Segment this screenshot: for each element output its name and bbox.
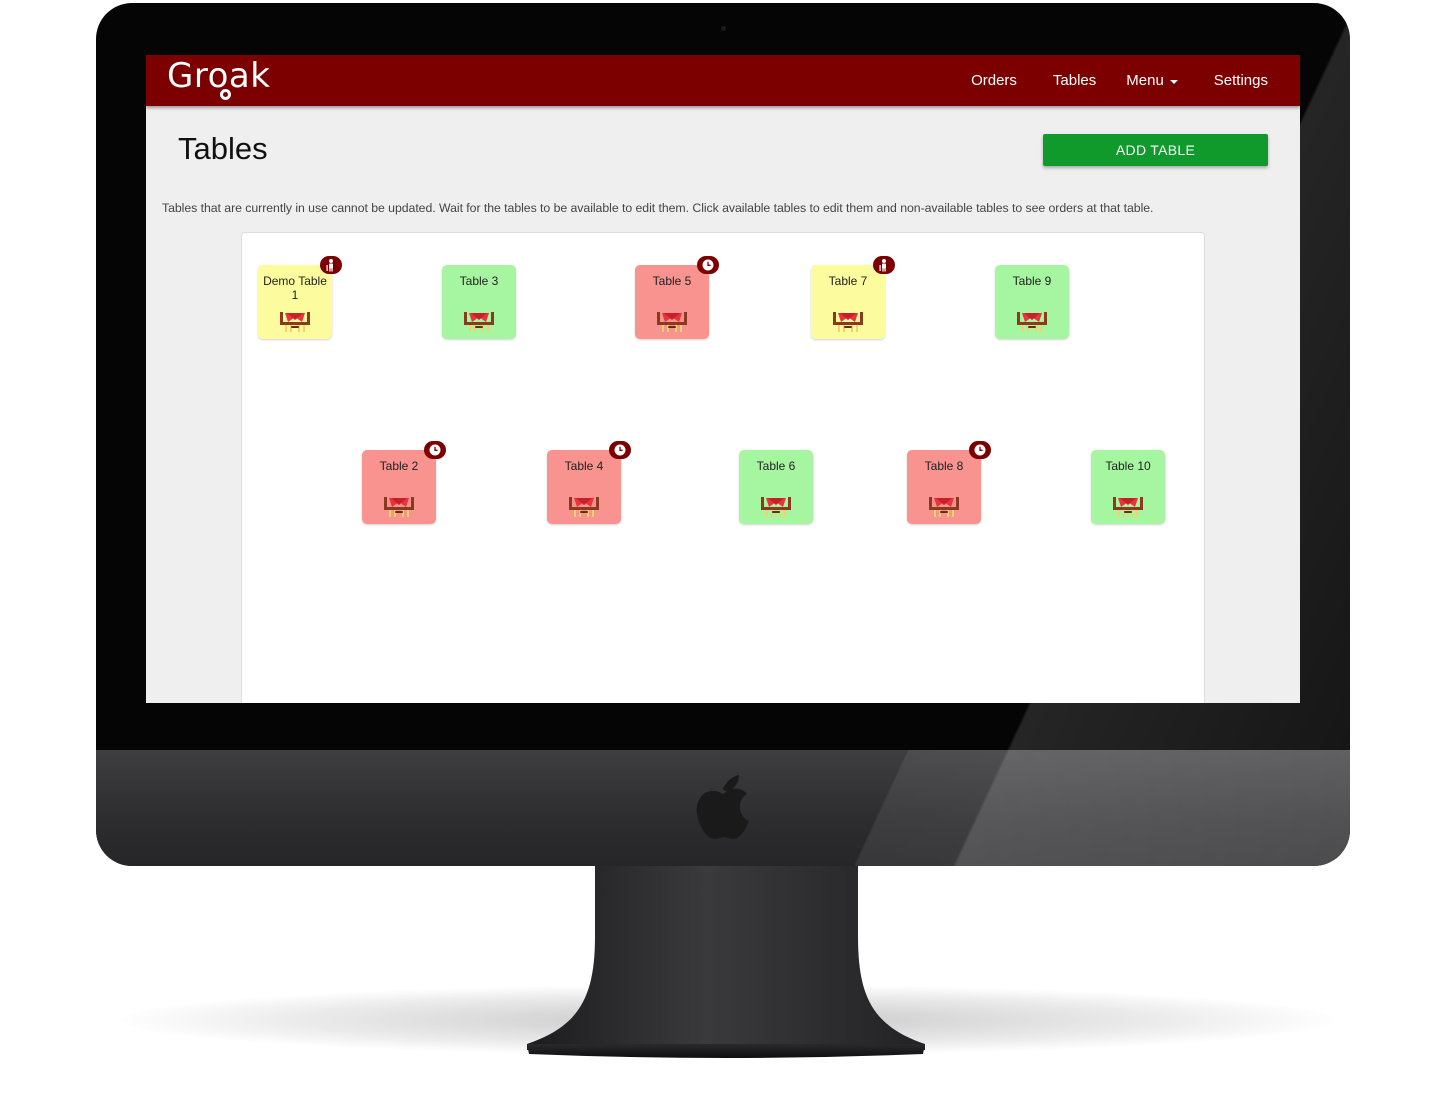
table-tile[interactable]: Demo Table 1 [258, 256, 342, 339]
table-tile[interactable]: Table 6 [739, 450, 813, 524]
brand-heart-icon [220, 89, 231, 100]
nav-orders[interactable]: Orders [971, 72, 1017, 89]
table-label: Demo Table 1 [263, 274, 327, 302]
brand-logo[interactable]: Groak [167, 56, 270, 96]
dining-table-icon [1014, 309, 1050, 333]
table-label: Table 9 [1012, 274, 1052, 288]
table-label: Table 3 [459, 274, 499, 288]
info-text: Tables that are currently in use cannot … [162, 201, 1154, 215]
dining-table-icon [566, 494, 602, 518]
table-tile[interactable]: Table 2 [362, 441, 446, 524]
dining-table-icon [381, 494, 417, 518]
table-tile[interactable]: Table 8 [907, 441, 991, 524]
camera [721, 26, 726, 31]
nav-settings[interactable]: Settings [1214, 72, 1268, 89]
app-screen: Groak Orders Tables Menu Settings Tables… [146, 55, 1300, 703]
nav-links: Orders Tables Menu Settings [935, 55, 1268, 106]
caret-down-icon [1169, 79, 1178, 84]
nav-menu-label: Menu [1126, 72, 1164, 89]
table-label: Table 7 [828, 274, 868, 288]
add-table-button[interactable]: ADD TABLE [1043, 134, 1268, 166]
dining-table-icon [461, 309, 497, 333]
table-tile[interactable]: Table 4 [547, 441, 631, 524]
navbar: Groak Orders Tables Menu Settings [146, 55, 1300, 106]
table-label: Table 2 [379, 459, 419, 473]
page-title: Tables [178, 131, 268, 166]
person-icon [873, 256, 895, 274]
table-tile[interactable]: Table 7 [811, 256, 895, 339]
table-label: Table 5 [652, 274, 692, 288]
table-tile[interactable]: Table 5 [635, 256, 719, 339]
clock-icon [969, 441, 991, 459]
table-tile[interactable]: Table 10 [1091, 450, 1165, 524]
dining-table-icon [654, 309, 690, 333]
imac-stand [527, 866, 925, 1058]
dining-table-icon [1110, 494, 1146, 518]
dining-table-icon [758, 494, 794, 518]
table-floor-plan: Demo Table 1 Table 3 Table 5 Table 7 Table 9… [241, 232, 1205, 703]
dining-table-icon [830, 309, 866, 333]
table-label: Table 4 [564, 459, 604, 473]
dining-table-icon [277, 309, 313, 333]
nav-tables[interactable]: Tables [1053, 72, 1096, 89]
clock-icon [697, 256, 719, 274]
table-tile[interactable]: Table 3 [442, 265, 516, 339]
nav-menu-dropdown[interactable]: Menu [1126, 72, 1178, 89]
dining-table-icon [926, 494, 962, 518]
clock-icon [609, 441, 631, 459]
table-tile[interactable]: Table 9 [995, 265, 1069, 339]
table-label: Table 10 [1105, 459, 1151, 473]
clock-icon [424, 441, 446, 459]
person-icon [320, 256, 342, 274]
apple-logo [696, 775, 749, 839]
table-label: Table 8 [924, 459, 964, 473]
table-label: Table 6 [756, 459, 796, 473]
